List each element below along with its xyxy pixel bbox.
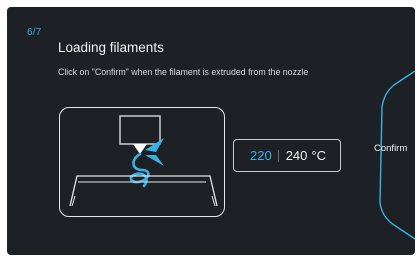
loading-filament-screen: 6/7 Loading filaments Click on "Confirm"… — [7, 7, 415, 255]
extruder-illustration — [59, 107, 225, 217]
nozzle-temperature-display: 220 240 °C — [233, 139, 341, 172]
step-indicator: 6/7 — [27, 27, 42, 38]
target-temperature: 240 — [285, 148, 308, 163]
current-temperature: 220 — [250, 148, 272, 163]
temperature-unit: °C — [311, 148, 326, 163]
extruder-nozzle-icon — [69, 115, 218, 207]
temperature-divider — [277, 149, 279, 162]
page-title: Loading filaments — [58, 40, 164, 55]
confirm-button[interactable] — [368, 71, 415, 241]
confirm-button-label[interactable]: Confirm — [374, 143, 407, 154]
instruction-text: Click on "Confirm" when the filament is … — [58, 67, 309, 77]
